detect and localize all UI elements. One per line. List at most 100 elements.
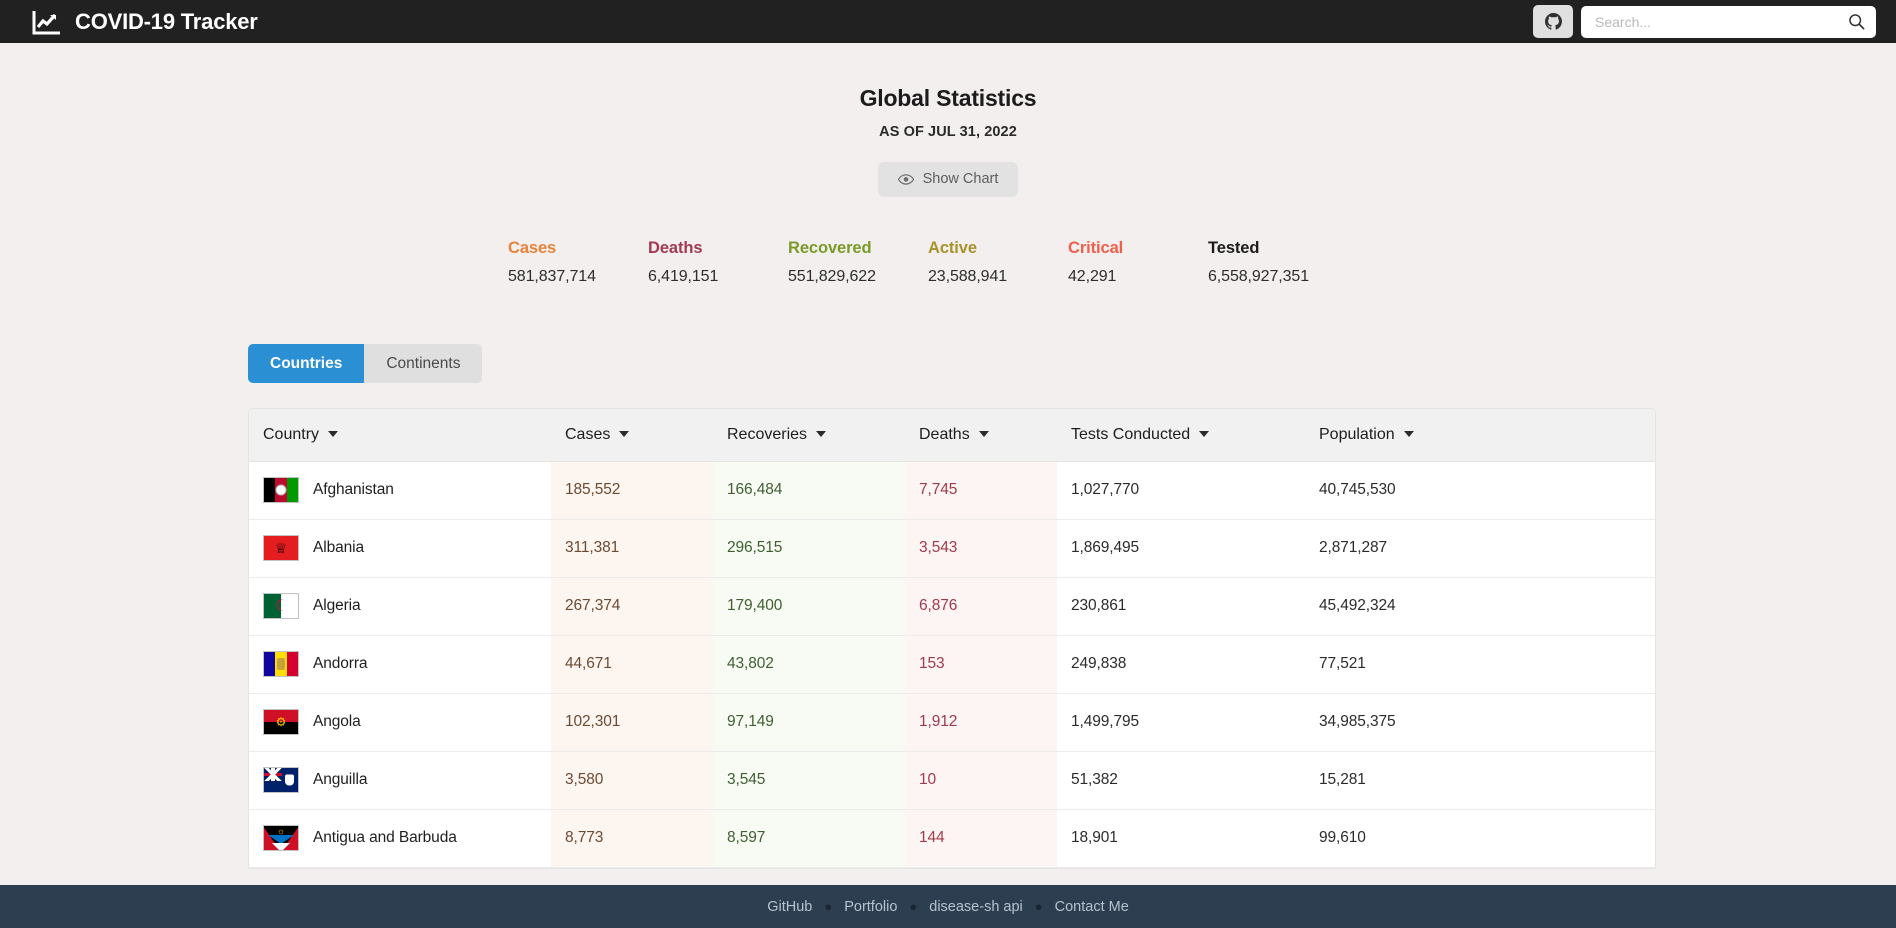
cell-country: ☾ Algeria: [249, 577, 551, 636]
country-name: Antigua and Barbuda: [313, 829, 457, 846]
cell-tests: 1,027,770: [1057, 461, 1305, 520]
tab-continents[interactable]: Continents: [364, 344, 483, 383]
cell-country: Afghanistan: [249, 461, 551, 520]
tab-countries[interactable]: Countries: [248, 344, 365, 383]
cell-cases: 267,374: [551, 577, 713, 636]
cell-tests: 1,499,795: [1057, 693, 1305, 752]
data-table-card: Country Cases Recoveries Deaths Tests Conduc…: [248, 408, 1656, 869]
footer-link-portfolio[interactable]: Portfolio: [844, 899, 897, 915]
cell-tests: 1,869,495: [1057, 519, 1305, 578]
column-header-label: Country: [263, 425, 320, 443]
column-header-recoveries[interactable]: Recoveries: [713, 409, 905, 462]
table-body: Afghanistan 185,552 166,484 7,745 1,027,770 4…: [249, 461, 1655, 868]
stat-recovered: Recovered 551,829,622: [788, 239, 928, 286]
table-row[interactable]: ♕ Albania 311,381 296,515 3,543 1,869,495 2,87…: [249, 519, 1655, 578]
stat-label: Deaths: [648, 239, 703, 257]
footer-separator: ●: [824, 899, 833, 914]
as-of-date: AS OF JUL 31, 2022: [879, 124, 1017, 140]
cell-cases: 185,552: [551, 461, 713, 520]
cell-population: 2,871,287: [1305, 519, 1655, 578]
stat-value: 23,588,941: [928, 268, 1008, 285]
cell-country: ♕ Albania: [249, 519, 551, 578]
global-stats-strip: Cases 581,837,714 Deaths 6,419,151 Recovered…: [0, 239, 1896, 286]
country-cell: ☼ Antigua and Barbuda: [249, 825, 551, 851]
chevron-down-icon[interactable]: [816, 430, 827, 437]
column-header-label: Tests Conducted: [1071, 425, 1191, 443]
cell-population: 15,281: [1305, 751, 1655, 810]
cell-cases: 44,671: [551, 635, 713, 694]
footer-separator: ●: [1034, 899, 1043, 914]
flag-icon: [263, 477, 299, 503]
stat-value: 42,291: [1068, 268, 1117, 285]
column-header-label: Recoveries: [727, 425, 808, 443]
search-input[interactable]: [1595, 5, 1848, 38]
table-row[interactable]: Anguilla 3,580 3,545 10 51,382 15,281: [249, 751, 1655, 810]
footer-link-contact-me[interactable]: Contact Me: [1055, 899, 1129, 915]
chevron-down-icon[interactable]: [978, 430, 989, 437]
stat-value: 6,558,927,351: [1208, 268, 1310, 285]
stat-tested: Tested 6,558,927,351: [1208, 239, 1348, 286]
cell-deaths: 3,543: [905, 519, 1057, 578]
chevron-down-icon[interactable]: [619, 430, 630, 437]
footer-link-github[interactable]: GitHub: [767, 899, 812, 915]
footer-link-disease-sh-api[interactable]: disease-sh api: [929, 899, 1023, 915]
page-title: Global Statistics: [859, 85, 1037, 111]
github-button[interactable]: [1533, 5, 1573, 38]
column-header-label: Cases: [565, 425, 611, 443]
cell-recoveries: 296,515: [713, 519, 905, 578]
view-tabs: Countries Continents: [248, 344, 1896, 383]
column-header-population[interactable]: Population: [1305, 409, 1655, 462]
stat-label: Active: [928, 239, 977, 257]
cell-country: Andorra: [249, 635, 551, 694]
brand-title: COVID-19 Tracker: [75, 8, 258, 34]
cell-cases: 311,381: [551, 519, 713, 578]
chevron-down-icon[interactable]: [1403, 430, 1414, 437]
stat-value: 581,837,714: [508, 268, 596, 285]
column-header-cases[interactable]: Cases: [551, 409, 713, 462]
table-row[interactable]: Afghanistan 185,552 166,484 7,745 1,027,770 4…: [249, 461, 1655, 520]
chevron-down-icon[interactable]: [1199, 430, 1210, 437]
flag-icon: ☾: [263, 593, 299, 619]
table-row[interactable]: ☾ Algeria 267,374 179,400 6,876 230,861 45,492…: [249, 577, 1655, 636]
cell-recoveries: 43,802: [713, 635, 905, 694]
cell-tests: 18,901: [1057, 809, 1305, 868]
stat-value: 551,829,622: [788, 268, 876, 285]
column-header-deaths[interactable]: Deaths: [905, 409, 1057, 462]
search-icon[interactable]: [1848, 13, 1865, 30]
github-icon: [1544, 13, 1562, 30]
cell-country: ☼ Antigua and Barbuda: [249, 809, 551, 868]
top-navbar: COVID-19 Tracker: [0, 0, 1896, 43]
country-name: Algeria: [313, 597, 361, 614]
table-header: Country Cases Recoveries Deaths Tests Conduc…: [249, 409, 1655, 462]
cell-deaths: 10: [905, 751, 1057, 810]
show-chart-label: Show Chart: [922, 171, 999, 187]
search-box[interactable]: [1581, 5, 1876, 38]
country-name: Angola: [313, 713, 361, 730]
show-chart-button[interactable]: Show Chart: [877, 162, 1019, 197]
chevron-down-icon[interactable]: [328, 430, 339, 437]
flag-icon: ♕: [263, 535, 299, 561]
table-row[interactable]: ⚙ Angola 102,301 97,149 1,912 1,499,795 34,985…: [249, 693, 1655, 752]
cell-tests: 51,382: [1057, 751, 1305, 810]
cell-cases: 8,773: [551, 809, 713, 868]
column-header-tests[interactable]: Tests Conducted: [1057, 409, 1305, 462]
cell-population: 45,492,324: [1305, 577, 1655, 636]
cell-recoveries: 179,400: [713, 577, 905, 636]
page-content: Global Statistics AS OF JUL 31, 2022 Sho…: [0, 43, 1896, 928]
cell-deaths: 153: [905, 635, 1057, 694]
country-cell: Anguilla: [249, 767, 551, 793]
navbar-right-group: [1533, 5, 1876, 38]
flag-icon: ⚙: [263, 709, 299, 735]
chart-line-icon: [32, 9, 61, 35]
stat-label: Critical: [1068, 239, 1124, 257]
cell-population: 99,610: [1305, 809, 1655, 868]
table-row[interactable]: ☼ Antigua and Barbuda 8,773 8,597 144 18,901 9…: [249, 809, 1655, 868]
cell-deaths: 144: [905, 809, 1057, 868]
site-footer: GitHub ● Portfolio ● disease-sh api ● Contact …: [0, 885, 1896, 928]
flag-icon: [263, 767, 299, 793]
stat-value: 6,419,151: [648, 268, 719, 285]
column-header-country[interactable]: Country: [249, 409, 551, 462]
table-row[interactable]: Andorra 44,671 43,802 153 249,838 77,521: [249, 635, 1655, 694]
brand-link[interactable]: COVID-19 Tracker: [32, 9, 258, 35]
stat-label: Tested: [1208, 239, 1260, 257]
